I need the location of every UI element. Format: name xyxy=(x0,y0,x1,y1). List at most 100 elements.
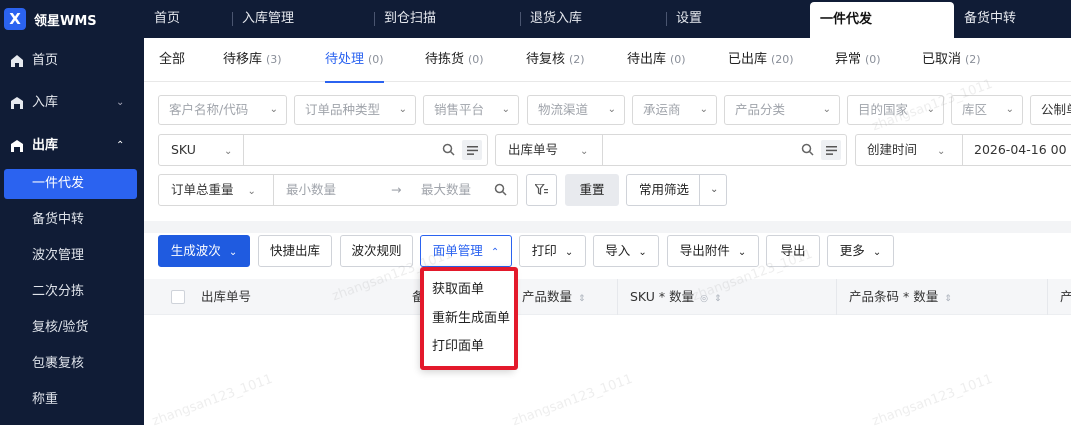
order-no-search-group: 出库单号 ⌄ xyxy=(495,134,847,166)
button-label: 更多 xyxy=(839,243,865,258)
weight-filter-group: 订单总重量 ⌄ 最小数量 → 最大数量 xyxy=(158,174,518,206)
customer-select[interactable]: 客户名称/代码 ⌄ xyxy=(158,95,287,125)
chevron-down-icon: ⌄ xyxy=(247,186,256,197)
tab-all[interactable]: 全部 xyxy=(159,38,185,82)
sidebar: 首页 入库 ⌄ 出库 ⌃ 一件代发 备货中转 波次管理 二次分拣 复核/验货 包… xyxy=(0,38,144,425)
search-icon[interactable] xyxy=(442,143,455,156)
unit-select[interactable]: 公制单位 xyxy=(1030,95,1071,125)
import-button[interactable]: 导入 ⌄ xyxy=(593,235,659,267)
sidebar-subitem-weigh[interactable]: 称重 xyxy=(0,385,144,415)
carrier-select[interactable]: 承运商 ⌄ xyxy=(632,95,717,125)
tab-count: (0) xyxy=(468,53,484,66)
search-icon[interactable] xyxy=(494,183,507,196)
outbound-icon xyxy=(11,140,23,152)
sidebar-subitem-dropship[interactable]: 一件代发 xyxy=(4,169,137,199)
top-tab-label: 到仓扫描 xyxy=(384,11,437,26)
chevron-down-icon: ⌄ xyxy=(269,104,278,115)
advanced-filter-button[interactable] xyxy=(526,174,557,206)
wave-rules-button[interactable]: 波次规则 xyxy=(340,235,413,267)
platform-select[interactable]: 销售平台 ⌄ xyxy=(423,95,519,125)
sidebar-item-home[interactable]: 首页 xyxy=(0,46,144,76)
tab-pending-process[interactable]: 待处理 (0) xyxy=(325,38,384,83)
order-no-type-select[interactable]: 出库单号 ⌄ xyxy=(508,135,588,165)
button-label: 导出附件 xyxy=(679,243,730,258)
tab-pending-pick[interactable]: 待拣货 (0) xyxy=(425,38,484,82)
search-icon[interactable] xyxy=(801,143,814,156)
time-type-select[interactable]: 创建时间 ⌄ xyxy=(867,135,945,165)
column-label: 产品数量 xyxy=(522,289,573,304)
sidebar-item-inbound[interactable]: 入库 ⌄ xyxy=(0,88,144,118)
tab-exception[interactable]: 异常 (0) xyxy=(835,38,881,82)
quick-outbound-button[interactable]: 快捷出库 xyxy=(258,235,332,267)
app-logo[interactable]: X 领星WMS xyxy=(0,0,144,38)
tab-cancelled[interactable]: 已取消 (2) xyxy=(922,38,981,82)
tab-label: 待拣货 xyxy=(425,52,465,67)
weight-type-select[interactable]: 订单总重量 ⌄ xyxy=(171,175,256,205)
select-placeholder: 销售平台 xyxy=(434,102,485,117)
select-all-checkbox[interactable] xyxy=(171,290,185,304)
top-tab-scan[interactable]: 到仓扫描 xyxy=(374,0,520,38)
print-button[interactable]: 打印 ⌄ xyxy=(519,235,586,267)
order-type-select[interactable]: 订单品种类型 ⌄ xyxy=(294,95,416,125)
top-tab-label: 入库管理 xyxy=(242,11,295,26)
chevron-down-icon: ⌄ xyxy=(1005,104,1014,115)
tab-pending-outbound[interactable]: 待出库 (0) xyxy=(627,38,686,82)
tab-shipped[interactable]: 已出库 (20) xyxy=(728,38,794,82)
chevron-down-icon: ⌄ xyxy=(223,146,233,157)
select-value: 订单总重量 xyxy=(171,182,234,197)
top-tab-transfer[interactable]: 备货中转 xyxy=(954,0,1071,38)
select-placeholder: 客户名称/代码 xyxy=(169,102,249,117)
filter-icon xyxy=(533,183,548,195)
tab-label: 待移库 xyxy=(223,52,263,67)
tab-label: 已出库 xyxy=(728,52,768,67)
table-header: 出库单号 备 产品数量 ⇕ SKU * 数量 ◎ ⇕ 产品条码 * 数量 ⇕ 产 xyxy=(144,279,1071,315)
top-tab-home[interactable]: 首页 xyxy=(144,0,232,38)
column-header-barcode-qty[interactable]: 产品条码 * 数量 ⇕ xyxy=(836,279,952,315)
date-range-input[interactable]: 2026-04-16 00 xyxy=(974,135,1067,165)
chevron-down-icon: ⌄ xyxy=(580,146,589,157)
top-tab-inbound[interactable]: 入库管理 xyxy=(232,0,374,38)
sidebar-subitem-package-review[interactable]: 包裹复核 xyxy=(0,349,144,379)
max-quantity-input[interactable]: 最大数量 xyxy=(421,175,471,205)
reset-button[interactable]: 重置 xyxy=(565,174,619,206)
column-label: SKU * 数量 xyxy=(630,289,695,304)
sku-search-input[interactable] xyxy=(244,135,444,165)
export-attachment-button[interactable]: 导出附件 ⌄ xyxy=(667,235,759,267)
sidebar-subitem-review[interactable]: 复核/验货 xyxy=(0,313,144,343)
column-header-order-no[interactable]: 出库单号 xyxy=(201,279,251,315)
batch-input-icon[interactable] xyxy=(462,140,482,160)
common-filter-button[interactable]: 常用筛选 ⌄ xyxy=(626,174,727,206)
sort-icon[interactable]: ⇕ xyxy=(944,294,952,304)
batch-input-icon[interactable] xyxy=(821,140,841,160)
order-no-search-input[interactable] xyxy=(603,135,803,165)
status-tabs: 全部 待移库 (3) 待处理 (0) 待拣货 (0) 待复核 (2) 待出库 (0) 已出… xyxy=(144,38,1071,83)
column-header-product[interactable]: 产 xyxy=(1047,279,1071,315)
tab-pending-review[interactable]: 待复核 (2) xyxy=(526,38,585,82)
more-button[interactable]: 更多 ⌄ xyxy=(827,235,894,267)
tab-label: 待出库 xyxy=(627,52,667,67)
select-placeholder: 产品分类 xyxy=(735,102,786,117)
tab-pending-move[interactable]: 待移库 (3) xyxy=(223,38,282,82)
top-tab-returns[interactable]: 退货入库 xyxy=(520,0,666,38)
sidebar-item-label: 首页 xyxy=(32,53,59,68)
sku-type-select[interactable]: SKU ⌄ xyxy=(171,135,232,165)
sidebar-subitem-wave[interactable]: 波次管理 xyxy=(0,241,144,271)
channel-select[interactable]: 物流渠道 ⌄ xyxy=(527,95,625,125)
sidebar-subitem-sorting[interactable]: 二次分拣 xyxy=(0,277,144,307)
top-tab-dropship[interactable]: 一件代发 xyxy=(810,2,954,38)
sidebar-item-outbound[interactable]: 出库 ⌃ xyxy=(0,131,144,161)
column-header-product-qty[interactable]: 产品数量 ⇕ xyxy=(522,279,586,315)
column-label: 产品条码 * 数量 xyxy=(849,289,939,304)
sidebar-subitem-transfer[interactable]: 备货中转 xyxy=(0,205,144,235)
column-label: 产 xyxy=(1060,289,1071,304)
chevron-down-icon: ⌄ xyxy=(564,247,574,258)
min-quantity-input[interactable]: 最小数量 xyxy=(286,175,336,205)
sort-icon[interactable]: ⇕ xyxy=(578,294,586,304)
generate-wave-button[interactable]: 生成波次 ⌄ xyxy=(158,235,250,267)
category-select[interactable]: 产品分类 ⌄ xyxy=(724,95,840,125)
home-icon xyxy=(11,55,23,67)
tab-label: 待处理 xyxy=(325,52,365,67)
top-tab-settings[interactable]: 设置 xyxy=(666,0,810,38)
column-label: 出库单号 xyxy=(201,289,252,304)
section-divider xyxy=(144,221,1071,233)
